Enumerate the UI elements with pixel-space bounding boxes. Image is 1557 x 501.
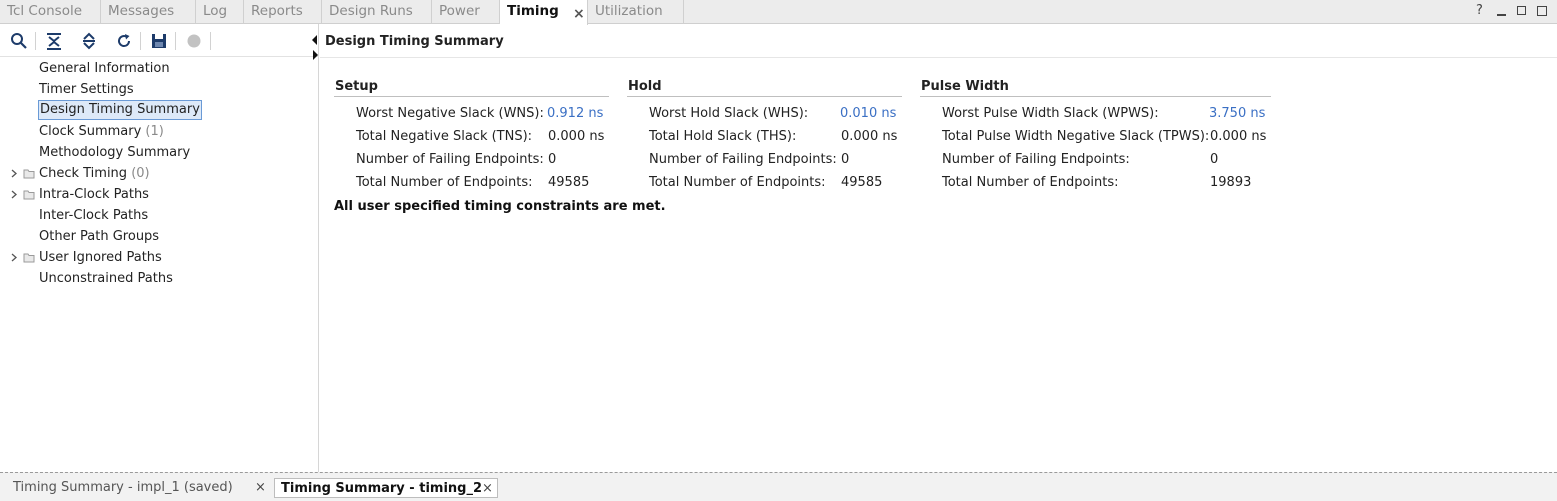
chevron-right-icon[interactable] bbox=[10, 164, 18, 183]
panel-tab-bar: Tcl Console Messages Log Reports Design … bbox=[0, 0, 1557, 25]
tree-item-methodology-summary[interactable]: Methodology Summary bbox=[39, 143, 190, 162]
ths-label: Total Hold Slack (THS): bbox=[649, 129, 797, 144]
expand-all-icon[interactable] bbox=[79, 31, 99, 51]
tab-timing-summary-timing-2[interactable]: Timing Summary - timing_2 × bbox=[274, 478, 498, 498]
pulse-width-divider bbox=[920, 96, 1271, 97]
divider bbox=[320, 57, 1557, 58]
collapse-left-arrow-icon[interactable] bbox=[311, 34, 319, 46]
maximize-icon[interactable] bbox=[1517, 6, 1526, 15]
ths-value: 0.000 ns bbox=[841, 129, 898, 144]
folder-icon bbox=[23, 190, 35, 200]
folder-icon bbox=[23, 169, 35, 179]
pulse-width-heading: Pulse Width bbox=[921, 79, 1009, 94]
pw-failing-endpoints-value: 0 bbox=[1210, 152, 1219, 167]
tab-messages[interactable]: Messages bbox=[101, 0, 196, 24]
save-icon[interactable] bbox=[149, 31, 169, 51]
tpws-value: 0.000 ns bbox=[1210, 129, 1267, 144]
tab-label: Timing Summary - impl_1 (saved) bbox=[13, 480, 233, 495]
setup-total-endpoints-label: Total Number of Endpoints: bbox=[356, 175, 533, 190]
tab-timing-label: Timing bbox=[507, 3, 559, 19]
tab-timing[interactable]: Timing × bbox=[500, 0, 588, 25]
whs-label: Worst Hold Slack (WHS): bbox=[649, 106, 809, 121]
restore-icon[interactable] bbox=[1537, 6, 1547, 16]
tree-item-other-path-groups[interactable]: Other Path Groups bbox=[39, 227, 159, 246]
report-tree-panel: General Information Timer Settings Desig… bbox=[0, 24, 319, 472]
wpws-label: Worst Pulse Width Slack (WPWS): bbox=[942, 106, 1159, 121]
tns-value: 0.000 ns bbox=[548, 129, 605, 144]
chevron-right-icon[interactable] bbox=[10, 248, 18, 267]
toolbar-separator bbox=[140, 32, 141, 50]
tree-item-design-timing-summary[interactable]: Design Timing Summary bbox=[38, 100, 202, 120]
tab-design-runs[interactable]: Design Runs bbox=[322, 0, 432, 24]
tree-item-check-timing[interactable]: Check Timing (0) bbox=[39, 164, 150, 183]
toolbar-separator bbox=[35, 32, 36, 50]
toolbar-separator bbox=[175, 32, 176, 50]
hold-failing-endpoints-label: Number of Failing Endpoints: bbox=[649, 152, 837, 167]
tree-item-count: (1) bbox=[145, 124, 164, 139]
tree-item-unconstrained-paths[interactable]: Unconstrained Paths bbox=[39, 269, 173, 288]
chevron-right-icon[interactable] bbox=[10, 185, 18, 204]
tree-item-label: Check Timing bbox=[39, 166, 128, 181]
tab-tcl-console[interactable]: Tcl Console bbox=[0, 0, 101, 24]
tab-reports[interactable]: Reports bbox=[244, 0, 322, 24]
stop-icon[interactable] bbox=[184, 31, 204, 51]
setup-failing-endpoints-value: 0 bbox=[548, 152, 557, 167]
setup-total-endpoints-value: 49585 bbox=[548, 175, 590, 190]
pw-total-endpoints-value: 19893 bbox=[1210, 175, 1252, 190]
tree-item-count: (0) bbox=[131, 166, 150, 181]
tab-power[interactable]: Power bbox=[432, 0, 500, 24]
close-icon[interactable]: × bbox=[255, 478, 266, 497]
hold-failing-endpoints-value: 0 bbox=[841, 152, 850, 167]
page-title: Design Timing Summary bbox=[325, 34, 504, 49]
wns-label: Worst Negative Slack (WNS): bbox=[356, 106, 544, 121]
tree-item-user-ignored-paths[interactable]: User Ignored Paths bbox=[39, 248, 162, 267]
toolbar-separator bbox=[210, 32, 211, 50]
refresh-icon[interactable] bbox=[114, 31, 134, 51]
close-icon[interactable]: × bbox=[573, 3, 585, 25]
tree-item-inter-clock-paths[interactable]: Inter-Clock Paths bbox=[39, 206, 148, 225]
tpws-label: Total Pulse Width Negative Slack (TPWS): bbox=[942, 129, 1210, 144]
help-icon[interactable]: ? bbox=[1476, 3, 1483, 18]
wpws-value-link[interactable]: 3.750 ns bbox=[1209, 106, 1265, 121]
pw-failing-endpoints-label: Number of Failing Endpoints: bbox=[942, 152, 1130, 167]
hold-total-endpoints-value: 49585 bbox=[841, 175, 883, 190]
close-icon[interactable]: × bbox=[482, 479, 493, 498]
tab-label: Timing Summary - timing_2 bbox=[281, 481, 483, 496]
tab-log[interactable]: Log bbox=[196, 0, 244, 24]
setup-heading: Setup bbox=[335, 79, 378, 94]
setup-failing-endpoints-label: Number of Failing Endpoints: bbox=[356, 152, 544, 167]
minimize-icon[interactable] bbox=[1497, 14, 1506, 16]
expand-right-arrow-icon[interactable] bbox=[311, 49, 319, 61]
tree-item-intra-clock-paths[interactable]: Intra-Clock Paths bbox=[39, 185, 149, 204]
tab-utilization[interactable]: Utilization bbox=[588, 0, 684, 24]
folder-icon bbox=[23, 253, 35, 263]
tree-toolbar bbox=[0, 24, 319, 57]
report-tab-bar: Timing Summary - impl_1 (saved) × Timing… bbox=[0, 472, 1557, 501]
constraints-met-message: All user specified timing constraints ar… bbox=[334, 199, 666, 214]
search-icon[interactable] bbox=[9, 31, 29, 51]
hold-divider bbox=[627, 96, 902, 97]
hold-heading: Hold bbox=[628, 79, 662, 94]
hold-total-endpoints-label: Total Number of Endpoints: bbox=[649, 175, 826, 190]
tree-item-timer-settings[interactable]: Timer Settings bbox=[39, 80, 134, 99]
tab-timing-summary-impl-1[interactable]: Timing Summary - impl_1 (saved) × bbox=[7, 478, 269, 498]
wns-value-link[interactable]: 0.912 ns bbox=[547, 106, 603, 121]
tree-item-general-information[interactable]: General Information bbox=[39, 59, 170, 78]
pw-total-endpoints-label: Total Number of Endpoints: bbox=[942, 175, 1119, 190]
tree-item-label: Clock Summary bbox=[39, 124, 142, 139]
tree-item-clock-summary[interactable]: Clock Summary (1) bbox=[39, 122, 164, 141]
setup-divider bbox=[334, 96, 609, 97]
collapse-all-icon[interactable] bbox=[44, 31, 64, 51]
tns-label: Total Negative Slack (TNS): bbox=[356, 129, 533, 144]
whs-value-link[interactable]: 0.010 ns bbox=[840, 106, 896, 121]
